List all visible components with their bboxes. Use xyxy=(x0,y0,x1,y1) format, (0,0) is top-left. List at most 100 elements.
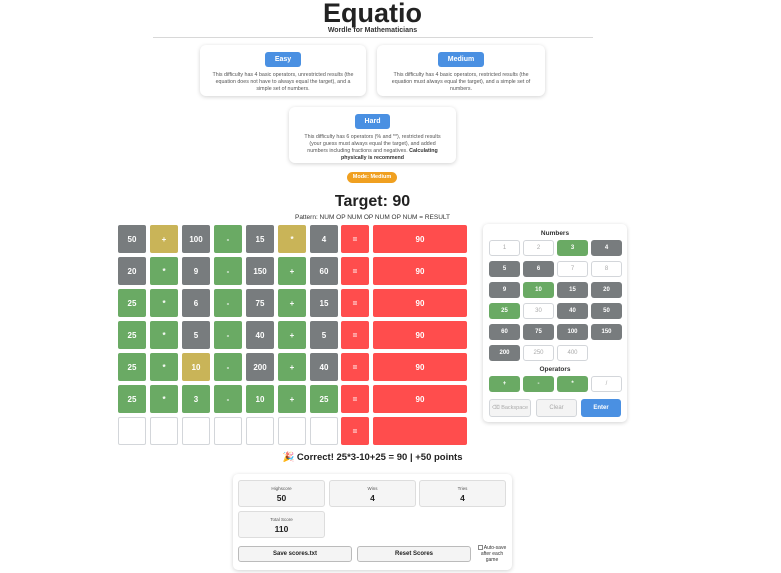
highscore-stat: Highscore 50 xyxy=(238,480,325,507)
board-tile: - xyxy=(214,257,242,285)
result-tile: 90 xyxy=(373,353,467,381)
tries-label: Tries xyxy=(457,486,468,491)
equals-tile: = xyxy=(341,417,369,445)
result-tile: 90 xyxy=(373,385,467,413)
board-tile: * xyxy=(150,289,178,317)
pattern-text: Pattern: NUM OP NUM OP NUM OP NUM = RESU… xyxy=(294,214,450,221)
difficulty-card-medium: Medium This difficulty has 4 basic opera… xyxy=(377,45,545,96)
backspace-button[interactable]: ⌫ Backspace xyxy=(489,399,531,417)
tries-value: 4 xyxy=(460,493,465,503)
board-tile: 200 xyxy=(246,353,274,381)
board-tile: 15 xyxy=(310,289,338,317)
number-key[interactable]: 50 xyxy=(591,303,622,319)
highscore-label: Highscore xyxy=(271,486,292,491)
operator-key[interactable]: * xyxy=(557,376,588,392)
board-tile: 40 xyxy=(310,353,338,381)
result-tile: 90 xyxy=(373,257,467,285)
operator-key[interactable]: - xyxy=(523,376,554,392)
wins-value: 4 xyxy=(370,493,375,503)
page-subtitle: Wordle for Mathematicians xyxy=(327,27,418,34)
page-title: Equatio xyxy=(323,0,422,28)
medium-button[interactable]: Medium xyxy=(437,52,485,67)
board-tile: * xyxy=(150,353,178,381)
board-tile: + xyxy=(278,289,306,317)
board-tile: * xyxy=(150,257,178,285)
wins-label: Wins xyxy=(367,486,378,491)
reset-scores-button[interactable]: Reset Scores xyxy=(357,546,471,562)
autosave-option[interactable]: Auto-save after each game xyxy=(475,545,509,563)
number-key[interactable]: 2 xyxy=(523,240,554,256)
number-key[interactable]: 150 xyxy=(591,324,622,340)
number-key[interactable]: 250 xyxy=(523,345,554,361)
enter-button[interactable]: Enter xyxy=(581,399,621,417)
board-tile: * xyxy=(150,321,178,349)
number-key[interactable]: 25 xyxy=(489,303,520,319)
board-tile: - xyxy=(214,225,242,253)
tries-stat: Tries 4 xyxy=(419,480,506,507)
board-tile: 5 xyxy=(310,321,338,349)
number-key[interactable]: 7 xyxy=(557,261,588,277)
number-key[interactable]: 100 xyxy=(557,324,588,340)
wins-stat: Wins 4 xyxy=(329,480,416,507)
hard-description: This difficulty has 6 operators (% and *… xyxy=(289,129,456,162)
number-key[interactable]: 5 xyxy=(489,261,520,277)
difficulty-card-easy: Easy This difficulty has 4 basic operato… xyxy=(200,45,366,96)
board-tile: + xyxy=(278,353,306,381)
board-tile: 3 xyxy=(182,385,210,413)
board-tile xyxy=(214,417,242,445)
autosave-label: Auto-save after each game xyxy=(480,545,507,563)
clear-button[interactable]: Clear xyxy=(536,399,577,417)
easy-button[interactable]: Easy xyxy=(264,52,302,67)
total-score-value: 110 xyxy=(274,524,289,534)
number-key[interactable]: 1 xyxy=(489,240,520,256)
number-key[interactable]: 400 xyxy=(557,345,588,361)
number-key[interactable]: 3 xyxy=(557,240,588,256)
number-key[interactable]: 30 xyxy=(523,303,554,319)
equals-tile: = xyxy=(341,257,369,285)
number-key[interactable]: 8 xyxy=(591,261,622,277)
board-tile: 10 xyxy=(246,385,274,413)
number-key[interactable]: 9 xyxy=(489,282,520,298)
board-tile xyxy=(310,417,338,445)
number-key[interactable]: 75 xyxy=(523,324,554,340)
number-key[interactable]: 20 xyxy=(591,282,622,298)
highscore-value: 50 xyxy=(276,493,287,503)
board-tile: * xyxy=(278,225,306,253)
board-tile: 15 xyxy=(246,225,274,253)
target-display: Target: 90 xyxy=(334,193,411,210)
board-tile: + xyxy=(278,257,306,285)
number-key[interactable]: 200 xyxy=(489,345,520,361)
result-tile: 90 xyxy=(373,225,467,253)
operator-key[interactable]: / xyxy=(591,376,622,392)
board-tile: 10 xyxy=(182,353,210,381)
board-tile: 4 xyxy=(310,225,338,253)
number-key[interactable]: 4 xyxy=(591,240,622,256)
keyboard-panel: Numbers Operators ⌫ Backspace Clear Ente… xyxy=(483,224,627,422)
board-tile: 75 xyxy=(246,289,274,317)
number-key[interactable]: 60 xyxy=(489,324,520,340)
board-tile: 60 xyxy=(310,257,338,285)
hard-button[interactable]: Hard xyxy=(354,114,391,129)
board-tile xyxy=(246,417,274,445)
board-tile: + xyxy=(150,225,178,253)
save-scores-button[interactable]: Save scores.txt xyxy=(238,546,352,562)
board-tile: 25 xyxy=(118,289,146,317)
board-tile: - xyxy=(214,289,242,317)
board-tile: - xyxy=(214,353,242,381)
number-key[interactable]: 40 xyxy=(557,303,588,319)
numbers-title: Numbers xyxy=(540,230,570,237)
number-key[interactable]: 6 xyxy=(523,261,554,277)
operator-key[interactable]: + xyxy=(489,376,520,392)
difficulty-card-hard: Hard This difficulty has 6 operators (% … xyxy=(289,107,456,163)
number-key[interactable]: 10 xyxy=(523,282,554,298)
number-key[interactable]: 15 xyxy=(557,282,588,298)
board-tile xyxy=(118,417,146,445)
board-tile: 150 xyxy=(246,257,274,285)
board-tile: 25 xyxy=(118,385,146,413)
autosave-checkbox[interactable] xyxy=(477,545,483,551)
equals-tile: = xyxy=(341,353,369,381)
board-tile: - xyxy=(214,385,242,413)
equals-tile: = xyxy=(341,225,369,253)
board-tile: 9 xyxy=(182,257,210,285)
board-tile: 25 xyxy=(310,385,338,413)
